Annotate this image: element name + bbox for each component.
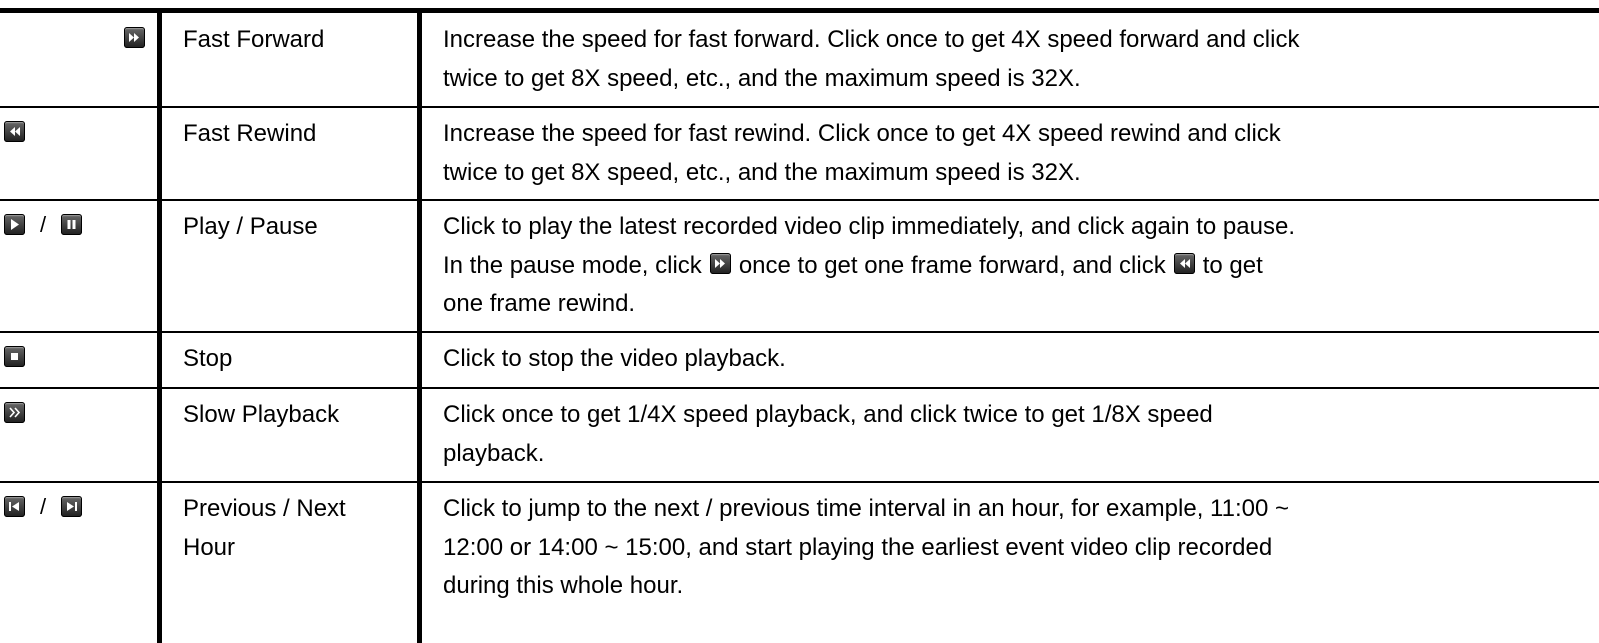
pause-icon [61,214,82,235]
icon-separator: / [40,212,47,237]
function-name: Fast Rewind [183,120,317,147]
function-name: Previous / Next [183,495,346,522]
icon-cell [0,389,152,481]
description-text: Increase the speed for fast rewind. Clic… [443,120,1281,147]
description-text: Click to play the latest recorded video … [443,213,1295,240]
icon-cell [0,14,152,106]
description-cell: Click once to get 1/4X speed playback, a… [443,396,1593,473]
inline-fast-rewind-icon [1173,252,1195,274]
table-top-border [0,8,1599,13]
fast-forward-icon [124,27,145,48]
description-text: twice to get 8X speed, etc., and the max… [443,64,1081,92]
function-name: Slow Playback [183,401,340,428]
description-text: Increase the speed for fast forward. Cli… [443,26,1300,53]
description-text: one frame rewind. [443,290,636,318]
description-cell: Click to jump to the next / previous tim… [443,490,1593,606]
function-name-cell: Slow Playback [183,396,411,435]
table-row: / Play / Pause Click to play the latest re… [0,201,1599,331]
table-row: Slow Playback Click once to get 1/4X spee… [0,389,1599,481]
description-cell: Click to stop the video playback. [443,340,1593,379]
description-fragment: to get [1202,251,1263,279]
description-fragment: once to get one frame forward, and click [738,251,1166,279]
icon-separator: / [40,494,47,519]
function-name: Play / Pause [183,213,318,240]
description-text: twice to get 8X speed, etc., and the max… [443,158,1081,186]
play-icon [4,214,25,235]
control-table: Fast Forward Increase the speed for fast … [0,0,1599,643]
icon-cell: / [0,201,152,331]
description-text: 12:00 or 14:00 ~ 15:00, and start playin… [443,533,1273,561]
function-name: Hour [183,533,236,561]
function-name: Stop [183,345,233,372]
description-fragment: In the pause mode, click [443,251,702,279]
description-cell: Click to play the latest recorded video … [443,208,1593,324]
description-text: playback. [443,439,545,467]
description-text: Click to stop the video playback. [443,345,786,372]
function-name-cell: Fast Forward [183,21,411,60]
icon-cell: / [0,483,152,643]
table-row: Fast Rewind Increase the speed for fast r… [0,108,1599,199]
table-row: Fast Forward Increase the speed for fast … [0,14,1599,106]
table-row: / Previous / Next Hour Click to jump to the… [0,483,1599,643]
slow-playback-icon [4,402,25,423]
function-name-cell: Stop [183,340,411,379]
stop-icon [4,346,25,367]
icon-cell [0,108,152,199]
function-name-cell: Fast Rewind [183,115,411,154]
description-cell: Increase the speed for fast rewind. Clic… [443,115,1593,192]
function-name: Fast Forward [183,26,325,53]
description-text: during this whole hour. [443,572,684,600]
icon-cell [0,333,152,387]
next-hour-icon [61,496,82,517]
description-text: Click to jump to the next / previous tim… [443,495,1289,522]
fast-rewind-icon [4,121,25,142]
previous-hour-icon [4,496,25,517]
description-text: Click once to get 1/4X speed playback, a… [443,401,1213,428]
function-name-cell: Play / Pause [183,208,411,247]
description-cell: Increase the speed for fast forward. Cli… [443,21,1593,98]
description-text: In the pause mode, click once to get one … [443,247,1593,286]
inline-fast-forward-icon [709,252,731,274]
function-name-cell: Previous / Next Hour [183,490,411,567]
table-row: Stop Click to stop the video playback. [0,333,1599,387]
